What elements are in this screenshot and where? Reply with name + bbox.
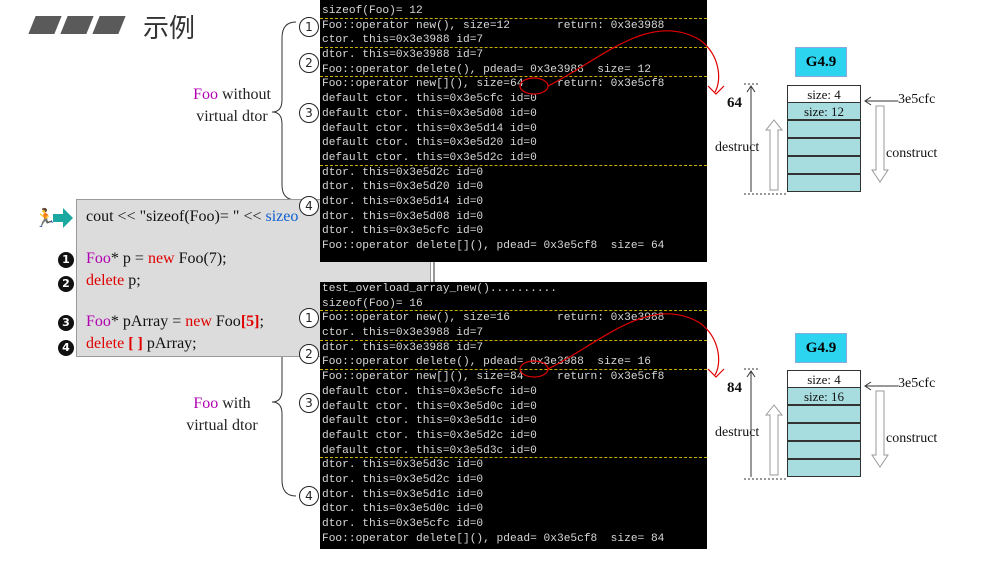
diagram-arrows-bottom [744, 368, 898, 480]
g49-label: G4.9 [795, 47, 847, 77]
diagram-arrows-top [744, 83, 898, 195]
address-label: 3e5cfc [898, 92, 936, 107]
address-label: 3e5cfc [898, 376, 936, 391]
g49-label: G4.9 [795, 333, 847, 363]
